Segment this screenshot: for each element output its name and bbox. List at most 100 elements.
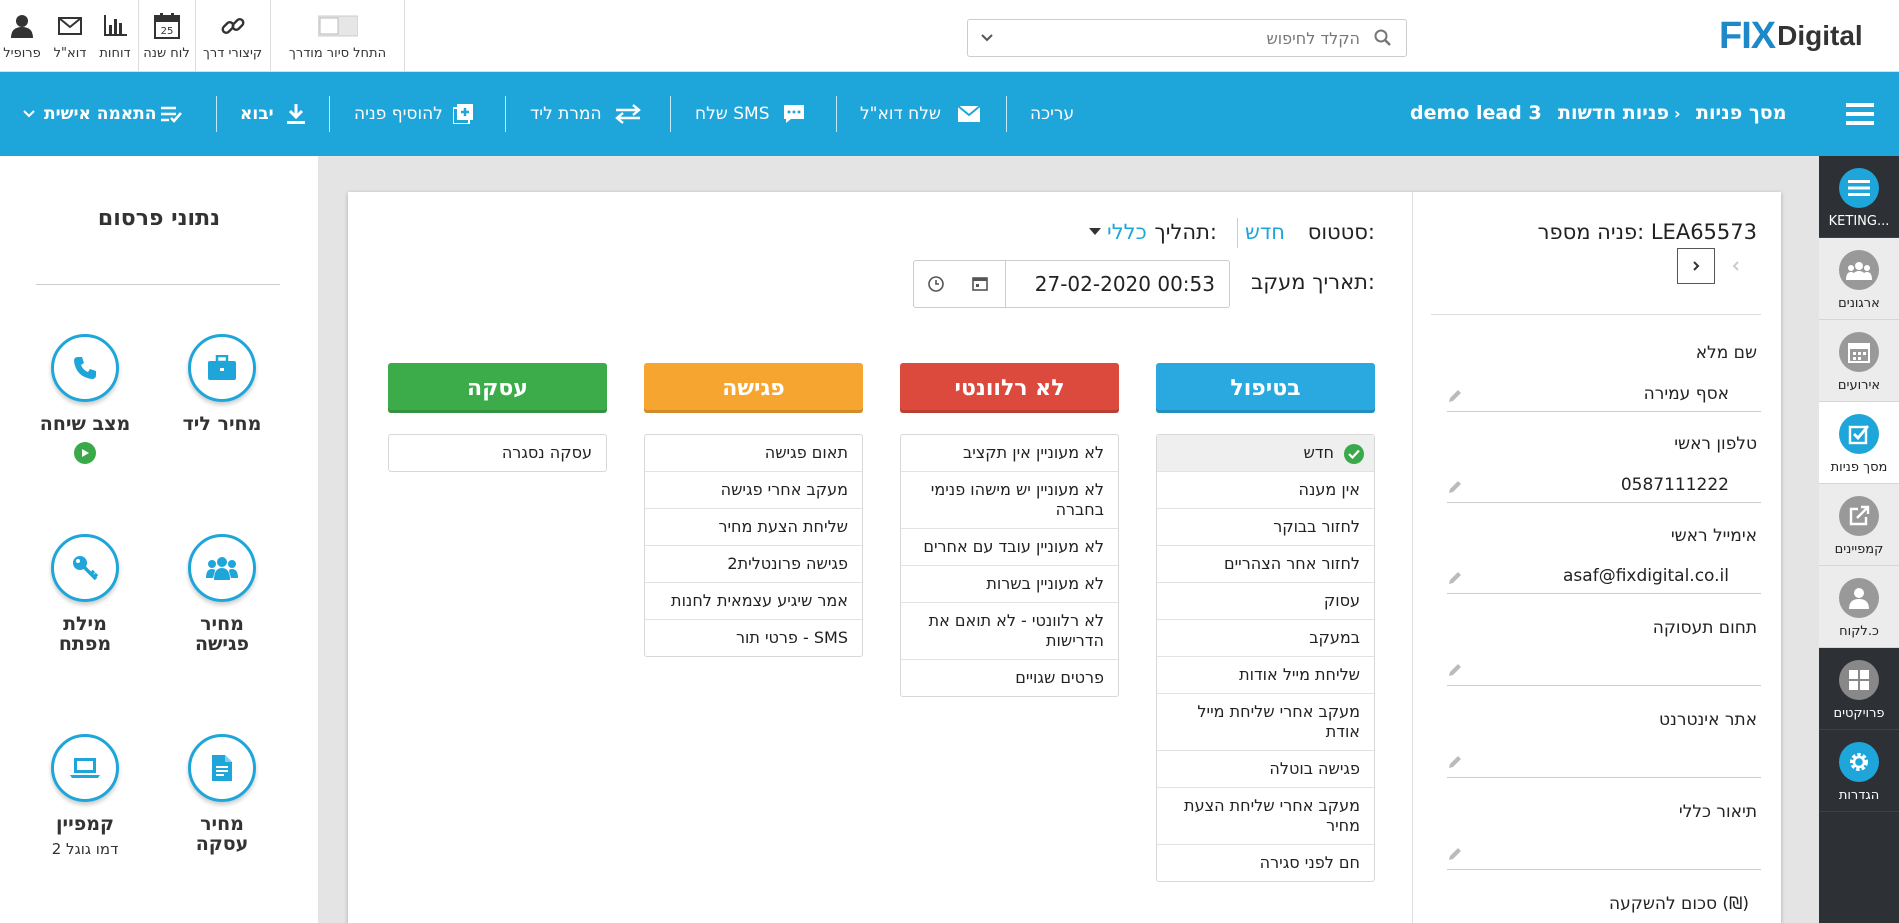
- status-option[interactable]: אין מענה: [1157, 472, 1374, 509]
- status-option[interactable]: לחזור אחר הצהריים: [1157, 546, 1374, 583]
- top-bar: פרופיל דוא"ל דוחות 25 לוח שנה קיצורי דרך…: [0, 0, 1899, 72]
- status-option[interactable]: לא מעוניין יש מישהו פנימי בחברה: [901, 472, 1118, 529]
- status-option[interactable]: חדש: [1157, 435, 1374, 472]
- edit-button[interactable]: עריכה: [1030, 96, 1074, 132]
- reports-button[interactable]: דוחות: [94, 0, 136, 72]
- status-option[interactable]: פגישה בוטלה: [1157, 751, 1374, 788]
- rail-label: פרויקטים: [1833, 706, 1885, 721]
- prev-lead-button[interactable]: [1718, 248, 1754, 284]
- search-box[interactable]: הקלד לחיפוש: [967, 19, 1407, 57]
- main-phone-label: טלפון ראשי: [1674, 434, 1757, 454]
- rail-item-organizations[interactable]: ארגונים: [1819, 238, 1899, 320]
- rail-item-projects[interactable]: פרויקטים: [1819, 648, 1899, 730]
- breadcrumb-new-leads[interactable]: פניות חדשות: [1558, 102, 1669, 124]
- pencil-icon[interactable]: [1447, 479, 1463, 500]
- rail-item-customer[interactable]: כ.לקוח: [1819, 566, 1899, 648]
- next-lead-button[interactable]: [1677, 248, 1715, 284]
- rail-item-marketing[interactable]: KETING...: [1819, 156, 1899, 238]
- pub-deal-price[interactable]: מחיר עסקה: [162, 734, 282, 854]
- status-option[interactable]: פרטים שגויים: [901, 660, 1118, 696]
- breadcrumb-current: demo lead 3: [1410, 102, 1542, 124]
- calendar-button[interactable]: 25 לוח שנה: [138, 0, 194, 72]
- clock-icon[interactable]: [927, 275, 945, 297]
- process-dropdown[interactable]: כללי: [1089, 220, 1147, 244]
- shortcuts-button[interactable]: קיצורי דרך: [195, 0, 269, 72]
- status-option[interactable]: לא מעוניין עובד עם אחרים: [901, 529, 1118, 566]
- chevron-down-icon[interactable]: [980, 30, 994, 49]
- website-field[interactable]: [1447, 742, 1761, 778]
- calendar-icon[interactable]: [972, 275, 988, 295]
- investment-label-text: סכום להשקעה: [1609, 894, 1717, 914]
- import-button[interactable]: יבוא: [240, 96, 306, 132]
- users-icon: [1839, 250, 1879, 290]
- description-field[interactable]: [1447, 834, 1761, 870]
- status-option[interactable]: שליחת מייל אודות: [1157, 657, 1374, 694]
- search-input[interactable]: הקלד לחיפוש: [1266, 29, 1360, 48]
- breadcrumb-leads-screen[interactable]: מסך פניות: [1696, 102, 1786, 124]
- status-option[interactable]: לחזור בבוקר: [1157, 509, 1374, 546]
- convert-lead-button[interactable]: המרת ליד: [530, 96, 642, 132]
- status-option[interactable]: חם לפני סגירה: [1157, 845, 1374, 881]
- main-phone-field[interactable]: 0587111222: [1447, 467, 1761, 503]
- pub-keyword[interactable]: מילת מפתח: [25, 534, 145, 654]
- breadcrumb-chevron-icon: ›: [1535, 104, 1542, 123]
- rail-item-leads[interactable]: מסך פניות: [1819, 402, 1899, 484]
- pub-meeting-price[interactable]: מחיר פגישה: [162, 534, 282, 654]
- rail-label: כ.לקוח: [1839, 624, 1879, 639]
- column-header-in-treatment[interactable]: בטיפול: [1156, 363, 1375, 413]
- status-option[interactable]: מעקב אחרי פגישה: [645, 472, 862, 509]
- toggle-icon[interactable]: [317, 12, 358, 40]
- hamburger-icon[interactable]: [1846, 102, 1874, 130]
- status-option[interactable]: שליחת הצעת מחיר: [645, 509, 862, 546]
- action-bar: התאמה אישית יבוא להוסיף פניה המרת ליד של…: [0, 72, 1899, 156]
- status-option[interactable]: אמר שיגיע עצמאית לחנות: [645, 583, 862, 620]
- email-button[interactable]: דוא"ל: [52, 0, 88, 72]
- add-lead-button[interactable]: להוסיף פניה: [354, 96, 473, 132]
- logo-digital: Digital: [1777, 20, 1863, 51]
- status-option[interactable]: לא רלוונטי - לא תואם את הדרישות: [901, 603, 1118, 660]
- play-icon[interactable]: [74, 442, 96, 464]
- occupation-field[interactable]: [1447, 650, 1761, 686]
- status-option[interactable]: תאום פגישה: [645, 435, 862, 472]
- phone-icon: [51, 334, 119, 402]
- list-check-icon: [161, 106, 183, 123]
- column-header-not-relevant[interactable]: לא רלוונטי: [900, 363, 1119, 413]
- pub-lead-price[interactable]: מחיר ליד: [162, 334, 282, 434]
- chat-icon: [784, 105, 805, 123]
- status-option[interactable]: לא מעוניין אין תקציב: [901, 435, 1118, 472]
- status-value[interactable]: חדש: [1245, 220, 1285, 244]
- customize-button[interactable]: התאמה אישית: [22, 96, 183, 132]
- send-sms-button[interactable]: שלח SMS: [695, 96, 805, 132]
- full-name-value: אסף עמירה: [1643, 384, 1729, 404]
- divider: [1005, 261, 1006, 307]
- profile-button[interactable]: פרופיל: [0, 0, 44, 72]
- rail-item-events[interactable]: אירועים: [1819, 320, 1899, 402]
- full-name-field[interactable]: אסף עמירה: [1447, 376, 1761, 412]
- document-icon: [188, 734, 256, 802]
- pub-campaign[interactable]: קמפיין דמו גוגל 2: [25, 734, 145, 858]
- column-header-deal[interactable]: עסקה: [388, 363, 607, 413]
- pencil-icon[interactable]: [1447, 570, 1463, 591]
- rail-item-settings[interactable]: הגדרות: [1819, 730, 1899, 812]
- pencil-icon[interactable]: [1447, 754, 1463, 775]
- main-email-field[interactable]: asaf@fixdigital.co.il: [1447, 558, 1761, 594]
- status-option[interactable]: במעקב: [1157, 620, 1374, 657]
- send-email-button[interactable]: שלח דוא"ל: [860, 96, 981, 132]
- status-option[interactable]: עסוק: [1157, 583, 1374, 620]
- separator: [670, 96, 671, 132]
- pub-call-status[interactable]: מצב שיחה: [25, 334, 145, 464]
- rail-item-campaigns[interactable]: קמפיינים: [1819, 484, 1899, 566]
- followup-date-input[interactable]: 27-02-2020 00:53: [913, 260, 1230, 308]
- column-header-meeting[interactable]: פגישה: [644, 363, 863, 413]
- status-option[interactable]: מעקב אחרי שליחת מייל אודת: [1157, 694, 1374, 751]
- status-option[interactable]: מעקב אחרי שליחת הצעת מחיר: [1157, 788, 1374, 845]
- status-option[interactable]: עסקה נסגרה: [389, 435, 606, 471]
- chevron-left-icon: [1732, 261, 1739, 271]
- pencil-icon[interactable]: [1447, 662, 1463, 683]
- pencil-icon[interactable]: [1447, 388, 1463, 409]
- status-option[interactable]: SMS - פרטי תור: [645, 620, 862, 656]
- pencil-icon[interactable]: [1447, 846, 1463, 867]
- status-option[interactable]: לא מעוניין בשרות: [901, 566, 1118, 603]
- guided-tour-button[interactable]: התחל סיור מודרך: [270, 0, 404, 72]
- status-option[interactable]: פגישה פרונטלית2: [645, 546, 862, 583]
